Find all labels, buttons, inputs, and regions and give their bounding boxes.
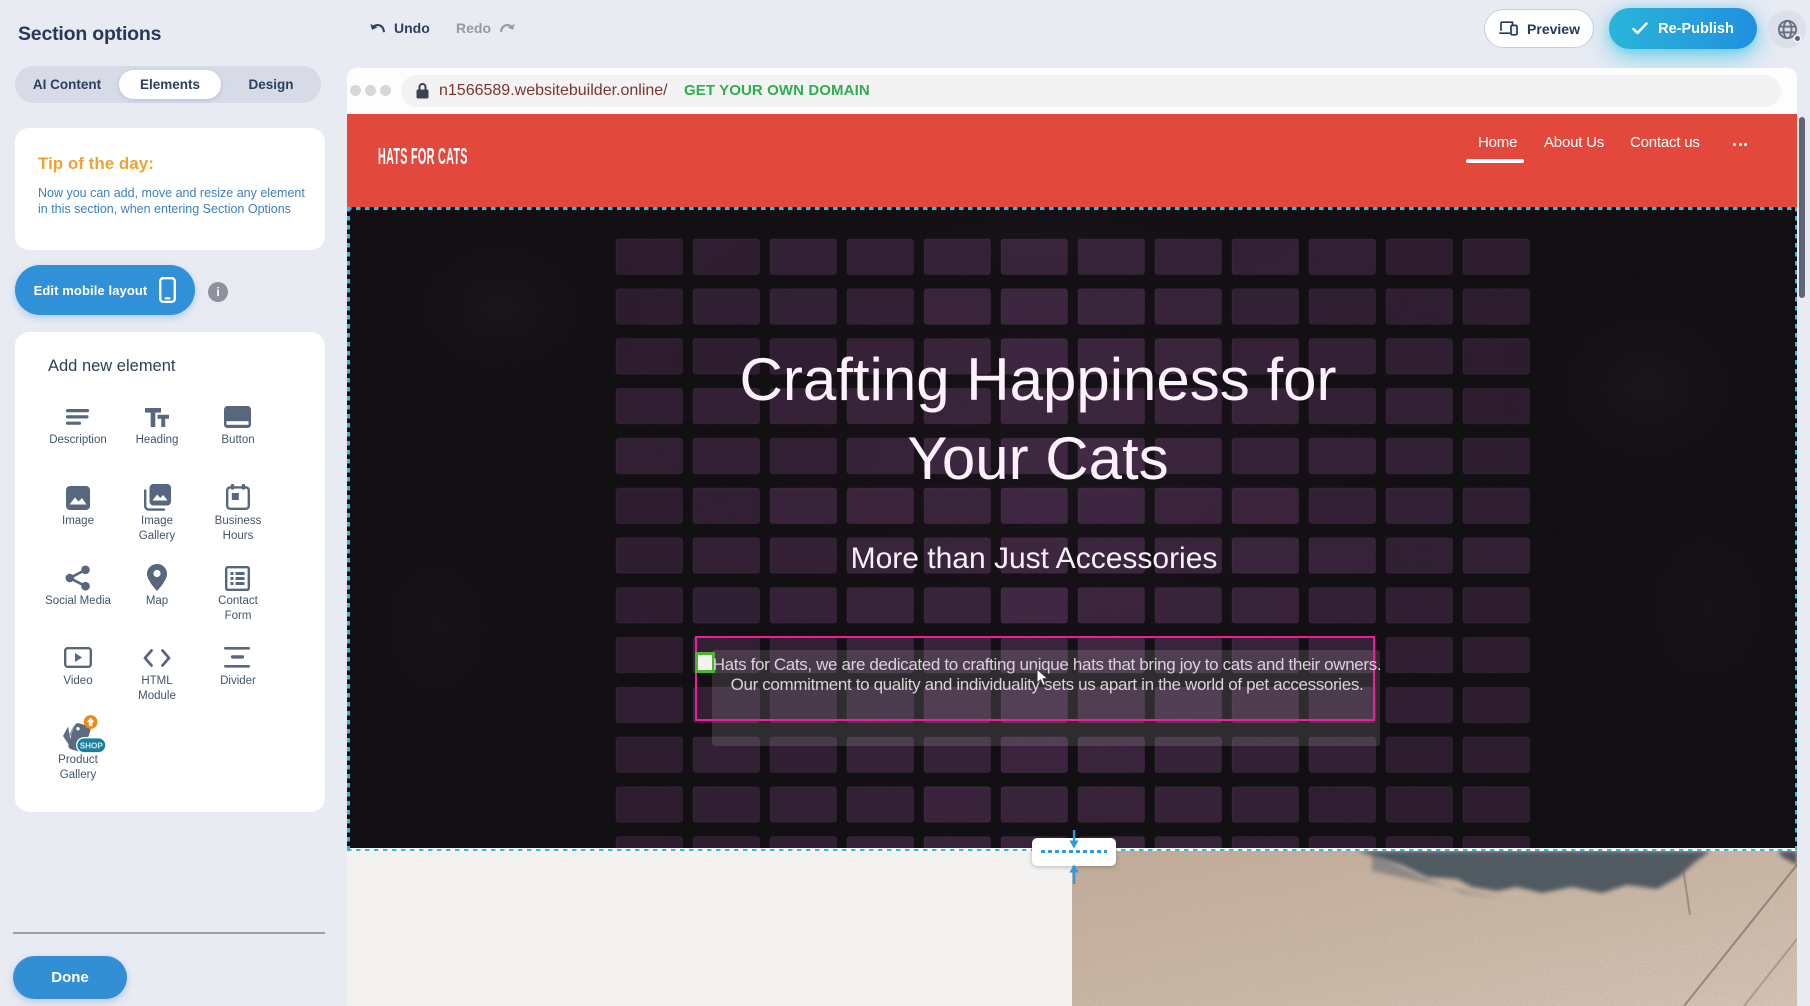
svg-text:SHOP: SHOP <box>80 742 104 751</box>
